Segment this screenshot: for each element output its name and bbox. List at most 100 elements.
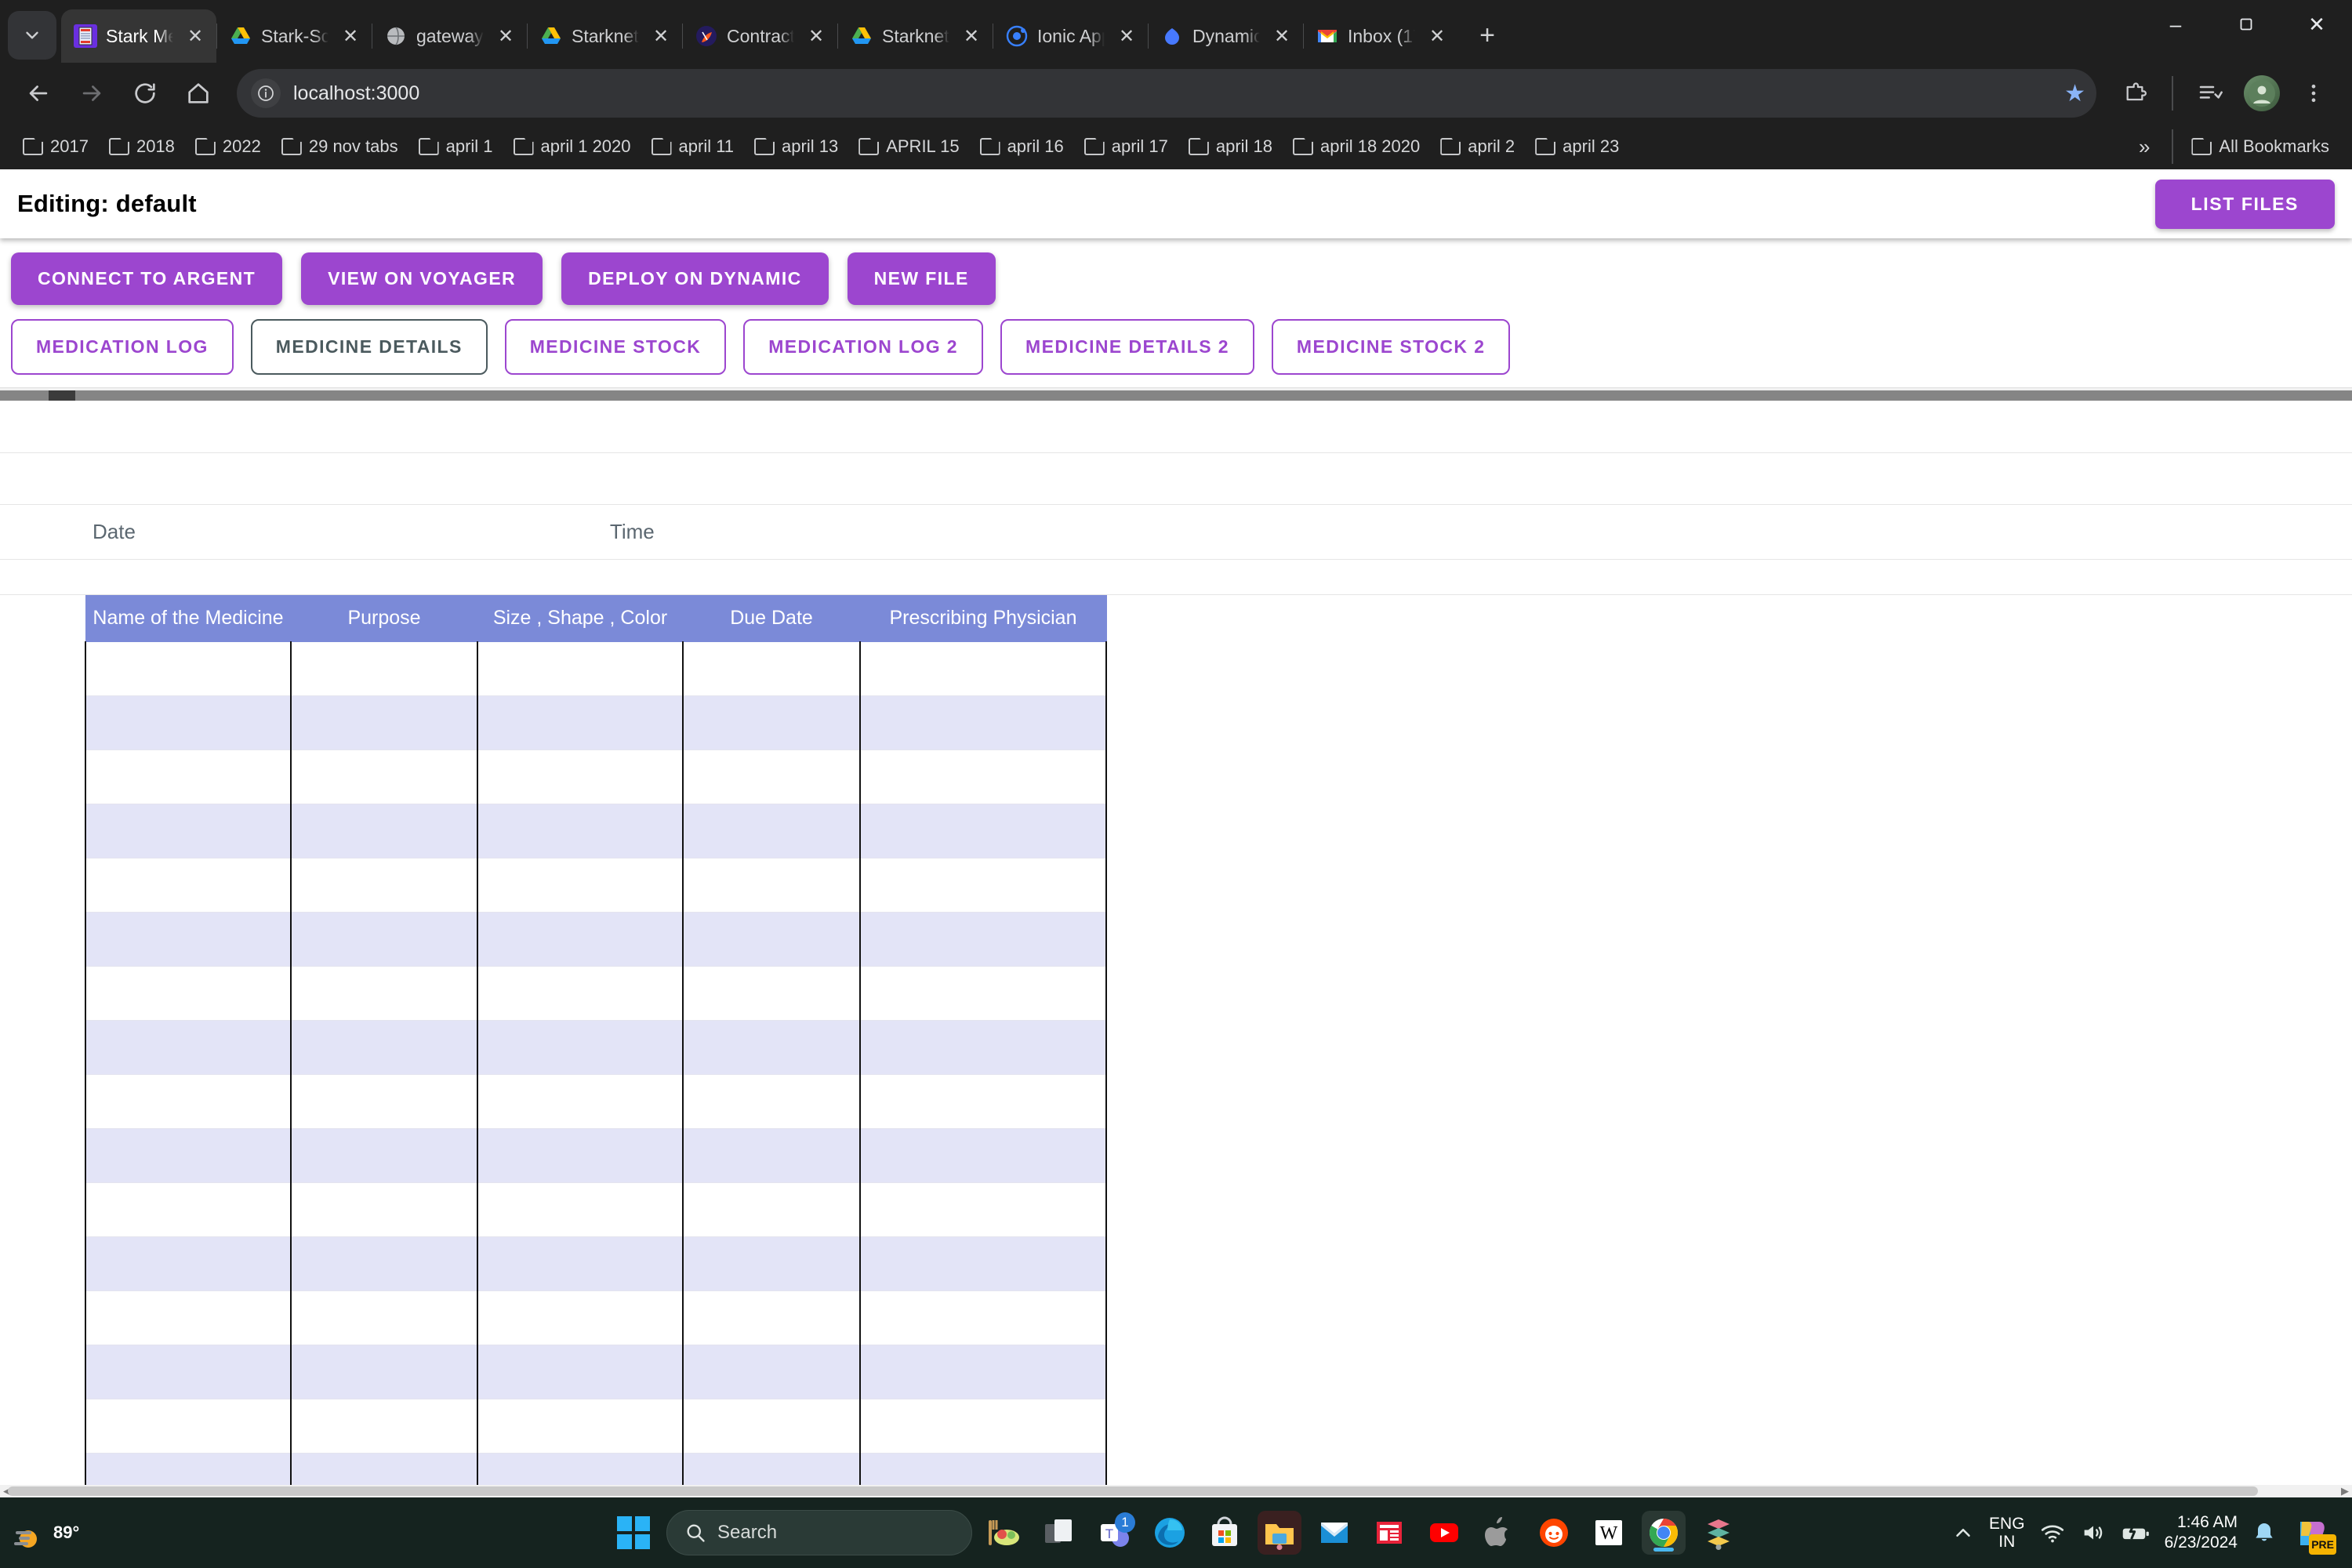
table-cell[interactable] xyxy=(85,1019,292,1075)
table-cell[interactable] xyxy=(859,965,1107,1021)
table-cell[interactable] xyxy=(85,1290,292,1345)
table-cell[interactable] xyxy=(85,857,292,913)
profile-avatar[interactable] xyxy=(2238,69,2286,118)
table-cell[interactable] xyxy=(682,1344,861,1399)
table-cell[interactable] xyxy=(682,857,861,913)
microsoft-news-icon[interactable] xyxy=(1367,1511,1411,1555)
table-cell[interactable] xyxy=(85,1073,292,1129)
browser-tab-0[interactable]: Stark Medica ✕ xyxy=(61,9,216,63)
page-scrollbar-thumb[interactable] xyxy=(8,1486,2258,1496)
table-row[interactable] xyxy=(85,641,1107,696)
view-on-voyager-button[interactable]: VIEW ON VOYAGER xyxy=(301,252,543,305)
all-bookmarks-button[interactable]: All Bookmarks xyxy=(2183,132,2338,162)
table-cell[interactable] xyxy=(682,749,861,804)
star-icon-filled[interactable]: ★ xyxy=(2064,80,2085,107)
table-cell[interactable] xyxy=(290,803,478,858)
bell-icon[interactable] xyxy=(2252,1520,2277,1545)
tab-close-icon[interactable]: ✕ xyxy=(958,23,985,49)
table-cell[interactable] xyxy=(290,1019,478,1075)
table-cell[interactable] xyxy=(290,695,478,750)
table-cell[interactable] xyxy=(85,1181,292,1237)
table-cell[interactable] xyxy=(477,857,684,913)
bookmark-6[interactable]: april 11 xyxy=(643,132,743,162)
tab-close-icon[interactable]: ✕ xyxy=(1424,23,1450,49)
tab-medicine-stock-2[interactable]: MEDICINE STOCK 2 xyxy=(1271,319,1511,375)
table-row[interactable] xyxy=(85,1019,1107,1075)
table-row[interactable] xyxy=(85,857,1107,913)
table-row[interactable] xyxy=(85,1398,1107,1454)
table-row[interactable] xyxy=(85,749,1107,804)
browser-tab-4[interactable]: Contract 0x0 ✕ xyxy=(682,9,837,63)
bookmark-1[interactable]: 2018 xyxy=(100,132,183,162)
table-cell[interactable] xyxy=(85,1398,292,1454)
tab-search-icon[interactable] xyxy=(8,11,56,60)
table-cell[interactable] xyxy=(477,1073,684,1129)
table-cell[interactable] xyxy=(477,749,684,804)
table-cell[interactable] xyxy=(859,1073,1107,1129)
reddit-icon[interactable] xyxy=(1532,1511,1576,1555)
tab-medication-log-2[interactable]: MEDICATION LOG 2 xyxy=(743,319,984,375)
bookmark-8[interactable]: APRIL 15 xyxy=(850,132,967,162)
table-cell[interactable] xyxy=(859,1398,1107,1454)
table-cell[interactable] xyxy=(477,1344,684,1399)
tab-close-icon[interactable]: ✕ xyxy=(648,23,674,49)
connect-to-argent-button[interactable]: CONNECT TO ARGENT xyxy=(11,252,283,305)
table-cell[interactable] xyxy=(477,803,684,858)
table-cell[interactable] xyxy=(859,695,1107,750)
back-icon[interactable] xyxy=(14,69,63,118)
table-cell[interactable] xyxy=(477,1019,684,1075)
bookmark-13[interactable]: april 2 xyxy=(1432,132,1523,162)
file-explorer-icon[interactable] xyxy=(1258,1511,1301,1555)
address-bar[interactable]: localhost:3000 ★ xyxy=(237,69,2096,118)
table-cell[interactable] xyxy=(682,803,861,858)
weather-widget[interactable]: 89° xyxy=(11,1515,246,1550)
browser-tab-1[interactable]: Stark-Schedu ✕ xyxy=(216,9,372,63)
table-cell[interactable] xyxy=(477,1236,684,1291)
copilot-salad-icon[interactable] xyxy=(983,1511,1027,1555)
table-cell[interactable] xyxy=(290,1290,478,1345)
bookmark-7[interactable]: april 13 xyxy=(746,132,847,162)
table-cell[interactable] xyxy=(682,1181,861,1237)
table-cell[interactable] xyxy=(85,641,292,696)
volume-icon[interactable] xyxy=(2080,1519,2107,1546)
table-row[interactable] xyxy=(85,1290,1107,1345)
table-cell[interactable] xyxy=(859,1019,1107,1075)
copilot-icon[interactable]: PRE xyxy=(2291,1511,2336,1555)
sheet-horizontal-scrollbar-top[interactable] xyxy=(0,387,2352,401)
tab-medicine-details[interactable]: MEDICINE DETAILS xyxy=(250,319,488,375)
table-cell[interactable] xyxy=(85,911,292,967)
table-row[interactable] xyxy=(85,965,1107,1021)
tab-close-icon[interactable]: ✕ xyxy=(1269,23,1295,49)
table-cell[interactable] xyxy=(290,1127,478,1183)
table-cell[interactable] xyxy=(477,911,684,967)
table-cell[interactable] xyxy=(859,1344,1107,1399)
table-cell[interactable] xyxy=(477,1127,684,1183)
table-cell[interactable] xyxy=(682,911,861,967)
wikipedia-icon[interactable]: W xyxy=(1587,1511,1631,1555)
table-cell[interactable] xyxy=(290,1398,478,1454)
table-cell[interactable] xyxy=(682,695,861,750)
tab-medicine-stock[interactable]: MEDICINE STOCK xyxy=(504,319,727,375)
bookmark-3[interactable]: 29 nov tabs xyxy=(273,132,407,162)
task-view-icon[interactable] xyxy=(1038,1511,1082,1555)
table-cell[interactable] xyxy=(85,749,292,804)
table-cell[interactable] xyxy=(682,641,861,696)
browser-tab-2[interactable]: gateway.pina ✕ xyxy=(372,9,527,63)
new-file-button[interactable]: NEW FILE xyxy=(847,252,996,305)
microsoft-teams-icon[interactable]: T 1 xyxy=(1093,1511,1137,1555)
table-cell[interactable] xyxy=(85,1344,292,1399)
table-cell[interactable] xyxy=(290,965,478,1021)
table-cell[interactable] xyxy=(682,1398,861,1454)
youtube-icon[interactable] xyxy=(1422,1511,1466,1555)
browser-tab-5[interactable]: Starknet_Vid ✕ xyxy=(837,9,993,63)
table-cell[interactable] xyxy=(290,1073,478,1129)
table-cell[interactable] xyxy=(682,1290,861,1345)
minimize-button[interactable]: – xyxy=(2140,0,2211,49)
tab-close-icon[interactable]: ✕ xyxy=(492,23,519,49)
table-cell[interactable] xyxy=(859,641,1107,696)
tab-medication-log[interactable]: MEDICATION LOG xyxy=(11,319,234,375)
page-horizontal-scrollbar[interactable]: ◀ ▶ xyxy=(0,1485,2352,1497)
table-row[interactable] xyxy=(85,695,1107,750)
browser-tab-6[interactable]: Ionic App ✕ xyxy=(993,9,1148,63)
browser-tab-8[interactable]: Inbox (17,42 ✕ xyxy=(1303,9,1458,63)
